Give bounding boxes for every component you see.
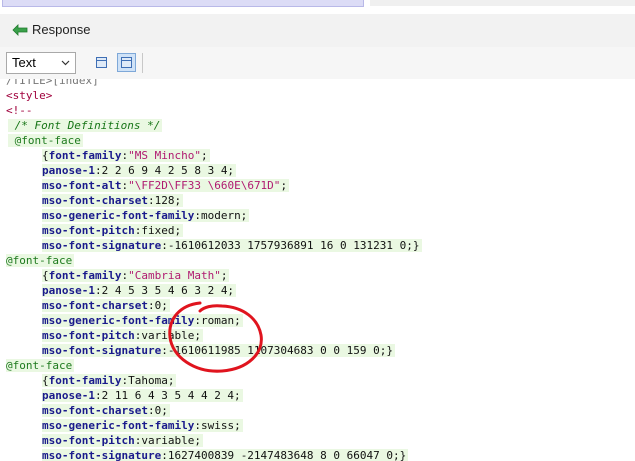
code-token: :modern;	[194, 209, 248, 222]
code-token: :128;	[147, 194, 182, 207]
code-line: mso-font-charset:128;	[42, 193, 184, 208]
code-token: /* Font Definitions */	[8, 119, 161, 132]
back-arrow-icon	[12, 24, 28, 36]
code-token: :2 4 5 3 5 4 6 3 2 4;	[94, 284, 235, 297]
code-token: mso-font-pitch	[42, 329, 135, 342]
code-token: mso-font-pitch	[42, 224, 135, 237]
window-top-strip	[0, 0, 635, 12]
code-line: /TITLE>[index]	[6, 79, 99, 88]
code-line: panose-1:2 2 6 9 4 2 5 8 3 4;	[42, 163, 237, 178]
code-viewer[interactable]: /TITLE>[index] <style> <!-- /* Font Defini…	[0, 79, 635, 461]
code-line: mso-font-alt:"\FF2D\FF33 \660E\671D";	[42, 178, 290, 193]
response-tab[interactable]: Response	[0, 14, 635, 48]
toolbar: Text	[0, 47, 635, 80]
code-token: :Tahoma;	[121, 374, 175, 387]
code-token: :variable;	[134, 329, 201, 342]
code-token: font-family	[48, 269, 122, 282]
code-line: mso-font-pitch:variable;	[42, 433, 203, 448]
code-token: ;	[220, 269, 228, 282]
code-token: panose-1	[42, 164, 95, 177]
code-token: :swiss;	[194, 419, 241, 432]
code-line: mso-font-charset:0;	[42, 298, 170, 313]
code-line: panose-1:2 4 5 3 5 4 6 3 2 4;	[42, 283, 237, 298]
code-token: :fixed;	[134, 224, 182, 237]
code-line: {font-family:Tahoma;	[42, 373, 177, 388]
code-token: :-1610611985 1107304683 0 0 159 0;}	[161, 344, 394, 357]
code-line: @font-face	[6, 253, 75, 268]
code-line: mso-generic-font-family:roman;	[42, 313, 243, 328]
code-token: font-family	[48, 374, 122, 387]
code-token: "MS Mincho"	[128, 149, 201, 162]
code-token: mso-generic-font-family	[42, 419, 195, 432]
code-token: :2 11 6 4 3 5 4 4 2 4;	[94, 389, 241, 402]
code-token: :-1610612033 1757936891 16 0 131231 0;}	[161, 239, 420, 252]
code-line: mso-font-signature:-1610612033 175793689…	[42, 238, 422, 253]
code-token: panose-1	[42, 389, 95, 402]
code-token: mso-font-signature	[42, 344, 162, 357]
single-pane-view-button[interactable]	[92, 53, 111, 72]
code-token: mso-generic-font-family	[42, 209, 195, 222]
pane-layout-icon	[96, 57, 107, 68]
code-line: <style>	[6, 88, 52, 103]
code-token: :1627400839 -2147483648 8 0 66047 0;}	[161, 449, 407, 461]
code-token: :roman;	[194, 314, 241, 327]
code-line: @font-face	[8, 133, 83, 148]
code-line: mso-font-signature:-1610611985 110730468…	[42, 343, 396, 358]
code-line: mso-font-pitch:variable;	[42, 328, 203, 343]
code-token: mso-font-charset	[42, 404, 148, 417]
code-token: @font-face	[6, 254, 73, 267]
code-token: ;	[280, 179, 288, 192]
code-token: @font-face	[8, 134, 81, 147]
code-token: mso-font-signature	[42, 449, 162, 461]
code-token: mso-font-signature	[42, 239, 162, 252]
pane-layout-icon	[121, 57, 132, 68]
code-token: panose-1	[42, 284, 95, 297]
code-line: mso-font-pitch:fixed;	[42, 223, 184, 238]
code-token: <!--	[6, 104, 33, 117]
code-token: mso-font-charset	[42, 194, 148, 207]
toolbar-separator	[142, 53, 143, 73]
top-bar-fragment	[370, 0, 635, 6]
code-token: <style>	[6, 89, 53, 102]
code-line: mso-generic-font-family:swiss;	[42, 418, 243, 433]
code-token: {	[42, 269, 49, 282]
code-line: {font-family:"Cambria Math";	[42, 268, 230, 283]
code-token: :0;	[147, 404, 168, 417]
code-token: "\FF2D\FF33 \660E\671D"	[128, 179, 281, 192]
view-mode-select[interactable]: Text	[6, 52, 76, 74]
code-token: mso-font-pitch	[42, 434, 135, 447]
address-bar-fragment	[2, 0, 364, 7]
code-token: :variable;	[134, 434, 201, 447]
split-pane-view-button[interactable]	[117, 53, 136, 72]
view-mode-value: Text	[12, 55, 36, 70]
code-line: <!--	[6, 103, 33, 118]
code-token: /TITLE>[index]	[6, 79, 99, 87]
chevron-down-icon	[61, 60, 70, 66]
code-line: panose-1:2 11 6 4 3 5 4 4 2 4;	[42, 388, 243, 403]
code-token: font-family	[48, 149, 122, 162]
code-token: "Cambria Math"	[128, 269, 221, 282]
code-token: {	[42, 374, 49, 387]
code-token: ;	[200, 149, 208, 162]
code-token: @font-face	[6, 359, 73, 372]
code-token: mso-font-charset	[42, 299, 148, 312]
code-line: mso-font-charset:0;	[42, 403, 170, 418]
code-line: mso-generic-font-family:modern;	[42, 208, 250, 223]
code-token: mso-generic-font-family	[42, 314, 195, 327]
code-token: :2 2 6 9 4 2 5 8 3 4;	[94, 164, 235, 177]
code-line: {font-family:"MS Mincho";	[42, 148, 210, 163]
code-line: /* Font Definitions */	[8, 118, 163, 133]
code-token: {	[42, 149, 49, 162]
response-tab-label: Response	[32, 22, 91, 37]
code-token: mso-font-alt	[42, 179, 122, 192]
code-line: mso-font-signature:1627400839 -214748364…	[42, 448, 409, 461]
code-line: @font-face	[6, 358, 75, 373]
code-token: :0;	[147, 299, 168, 312]
